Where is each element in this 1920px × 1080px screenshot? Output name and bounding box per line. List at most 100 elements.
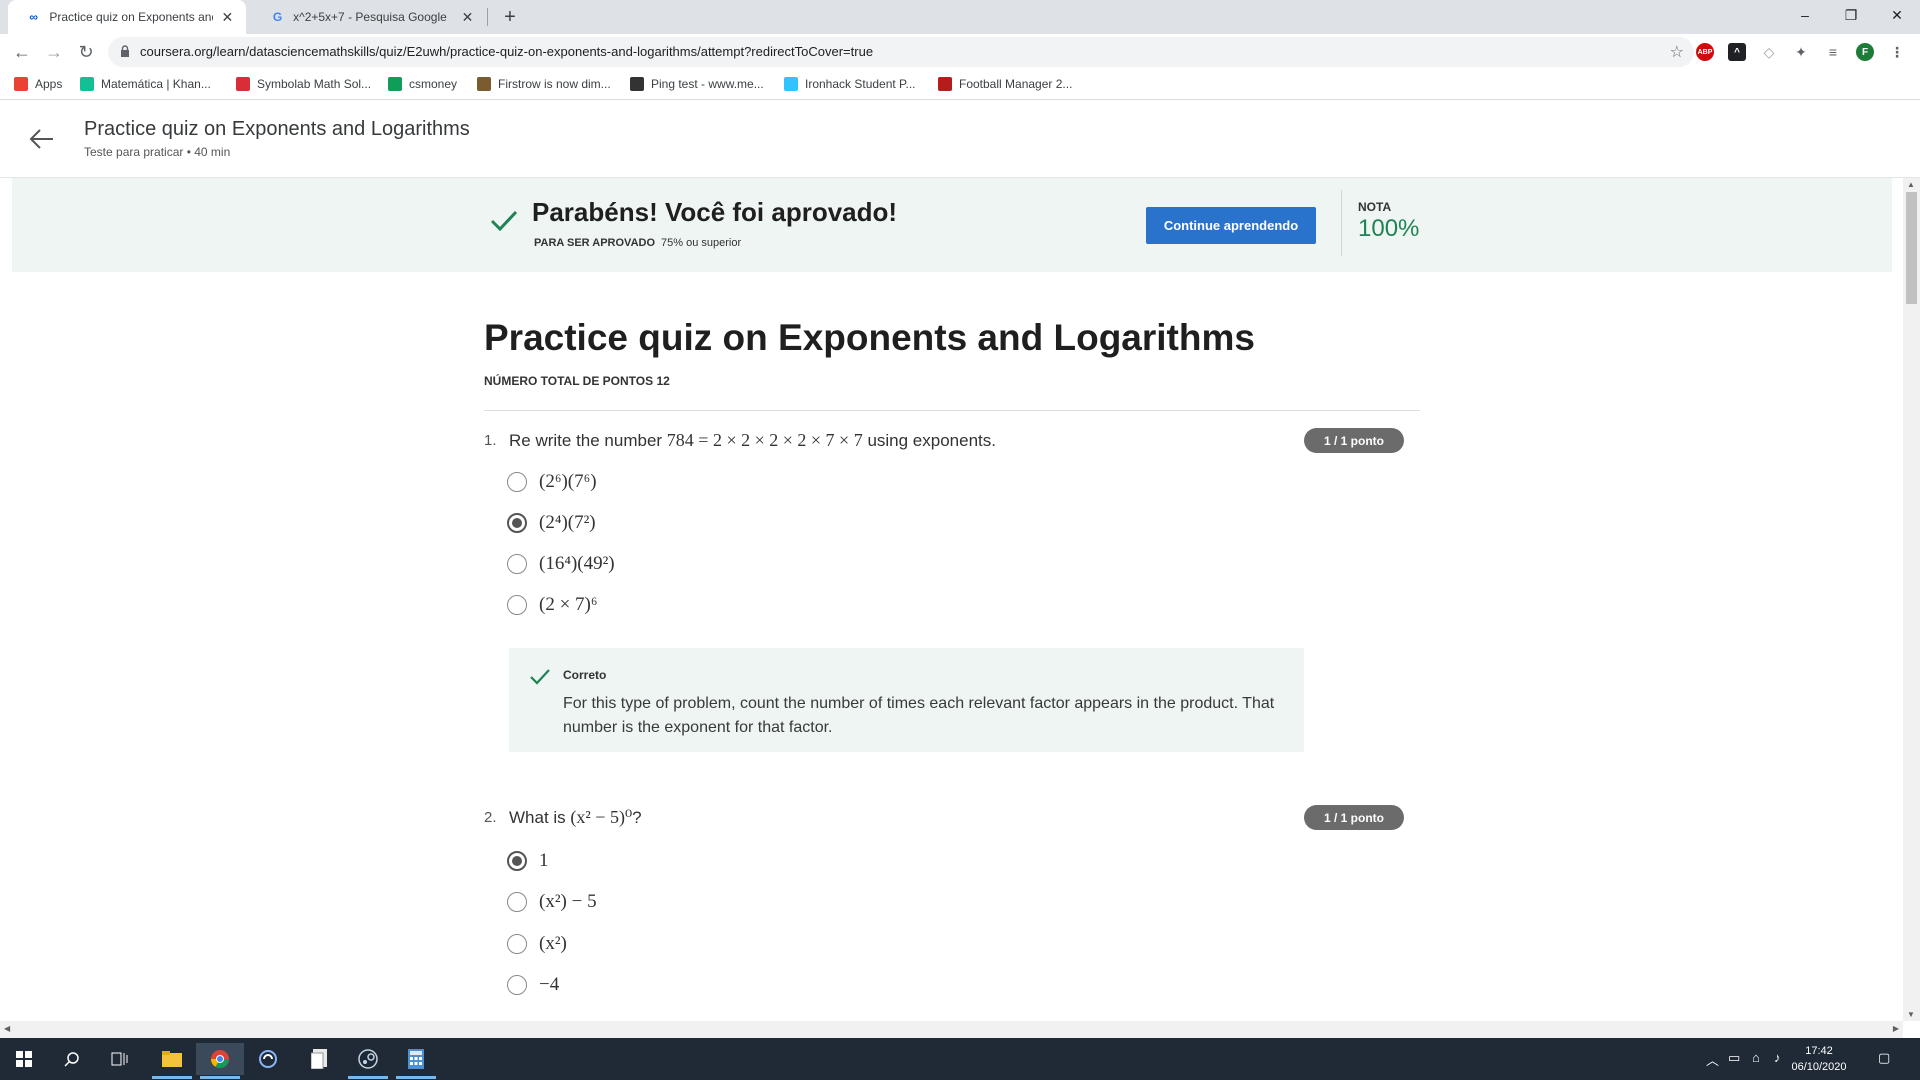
bookmark-label: Ironhack Student P... <box>805 77 916 91</box>
checkmark-icon <box>530 669 550 685</box>
question-suffix: ? <box>632 808 642 827</box>
requirement-value: 75% ou superior <box>661 237 742 249</box>
option-label: (2 × 7)⁶ <box>539 594 598 615</box>
adblock-icon[interactable]: ABP <box>1696 43 1714 61</box>
question-number: 2. <box>484 809 497 826</box>
notifications-icon[interactable]: ▢ <box>1878 1050 1890 1066</box>
shield-extension-icon[interactable]: ◇ <box>1760 43 1778 61</box>
scroll-down-arrow-icon[interactable]: ▼ <box>1907 1010 1915 1019</box>
address-bar[interactable]: coursera.org/learn/datasciencemathskills… <box>108 37 1694 67</box>
bookmark-item[interactable]: csmoney <box>388 77 457 91</box>
documents-app-icon[interactable] <box>296 1043 344 1075</box>
scroll-right-arrow-icon[interactable]: ▶ <box>1893 1024 1899 1033</box>
tab-google-search[interactable]: G x^2+5x+7 - Pesquisa Google ✕ <box>252 0 486 34</box>
search-icon[interactable] <box>48 1043 96 1075</box>
scroll-up-arrow-icon[interactable]: ▲ <box>1907 180 1915 189</box>
restore-button[interactable]: ❐ <box>1828 0 1874 30</box>
answer-option[interactable]: (x²) <box>507 933 567 955</box>
answer-option[interactable]: 1 <box>507 850 549 872</box>
volume-icon[interactable]: ♪ <box>1774 1050 1781 1065</box>
new-tab-button[interactable]: + <box>498 5 522 29</box>
menu-kebab-icon[interactable]: ⋮ <box>1888 43 1906 61</box>
question-math: (x² − 5)⁰ <box>570 807 633 827</box>
radio-button-selected[interactable] <box>507 851 527 871</box>
answer-option[interactable]: (2 × 7)⁶ <box>507 594 598 616</box>
radio-button[interactable] <box>507 892 527 912</box>
close-window-button[interactable]: ✕ <box>1874 0 1920 30</box>
bookmark-label: Football Manager 2... <box>959 77 1073 91</box>
csmoney-icon <box>388 77 402 91</box>
chrome-icon[interactable] <box>196 1043 244 1079</box>
answer-option[interactable]: (2⁶)(7⁶) <box>507 471 597 493</box>
media-queue-icon[interactable]: ≡ <box>1824 43 1842 61</box>
page-title: Practice quiz on Exponents and Logarithm… <box>84 118 470 140</box>
back-arrow-icon[interactable] <box>28 125 56 153</box>
bookmark-item[interactable]: Ironhack Student P... <box>784 77 916 91</box>
apps-grid-icon <box>14 77 28 91</box>
clock-date: 06/10/2020 <box>1791 1061 1847 1073</box>
radio-button[interactable] <box>507 975 527 995</box>
radio-button[interactable] <box>507 595 527 615</box>
bookmarks-bar: Apps Matemática | Khan... Symbolab Math So… <box>0 70 1920 100</box>
bookmark-label: Firstrow is now dim... <box>498 77 611 91</box>
system-clock[interactable]: 17:42 06/10/2020 <box>1784 1043 1854 1075</box>
continue-learning-button[interactable]: Continue aprendendo <box>1146 207 1316 244</box>
radio-button[interactable] <box>507 934 527 954</box>
question-number: 1. <box>484 432 497 449</box>
show-hidden-icons-chevron-icon[interactable]: ︿ <box>1706 1050 1719 1069</box>
bookmark-item[interactable]: Matemática | Khan... <box>80 77 211 91</box>
answer-option[interactable]: −4 <box>507 974 559 996</box>
display-tray-icon[interactable]: ▭ <box>1728 1050 1740 1066</box>
network-icon[interactable]: ⌂ <box>1752 1050 1760 1065</box>
khan-academy-icon <box>80 77 94 91</box>
option-label: −4 <box>539 974 560 995</box>
forward-button[interactable]: → <box>40 38 68 66</box>
bookmark-item[interactable]: Firstrow is now dim... <box>477 77 611 91</box>
bookmark-item[interactable]: Football Manager 2... <box>938 77 1072 91</box>
tab-strip: ∞ Practice quiz on Exponents and L ✕ G x… <box>0 0 1920 34</box>
tab-coursera-quiz[interactable]: ∞ Practice quiz on Exponents and L ✕ <box>8 0 246 34</box>
minimize-button[interactable]: – <box>1782 0 1828 30</box>
sync-app-icon[interactable] <box>244 1043 292 1075</box>
bookmark-item[interactable]: Symbolab Math Sol... <box>236 77 371 91</box>
radio-button[interactable] <box>507 554 527 574</box>
radio-button-selected[interactable] <box>507 513 527 533</box>
task-view-icon[interactable] <box>96 1043 144 1075</box>
scroll-left-arrow-icon[interactable]: ◀ <box>4 1024 10 1033</box>
answer-option[interactable]: (16⁴)(49²) <box>507 553 615 575</box>
bookmark-label: csmoney <box>409 77 458 91</box>
puzzle-icon[interactable]: ✦ <box>1792 43 1810 61</box>
feedback-title: Correto <box>563 668 607 682</box>
profile-avatar[interactable]: F <box>1856 43 1874 61</box>
bookmark-item[interactable]: Apps <box>14 77 62 91</box>
windows-start-icon[interactable] <box>0 1043 48 1075</box>
url-text: coursera.org/learn/datasciencemathskills… <box>140 44 874 59</box>
calculator-icon[interactable] <box>392 1043 440 1079</box>
bookmark-label: Ping test - www.me... <box>651 77 764 91</box>
bookmark-item[interactable]: Ping test - www.me... <box>630 77 764 91</box>
feedback-text: For this type of problem, count the numb… <box>563 695 1275 736</box>
back-button[interactable]: ← <box>8 38 36 66</box>
file-explorer-icon[interactable] <box>148 1043 196 1079</box>
steam-icon[interactable] <box>344 1043 392 1079</box>
reload-button[interactable]: ↻ <box>72 38 100 66</box>
close-tab-icon[interactable]: ✕ <box>459 8 476 26</box>
tab-separator <box>487 8 488 26</box>
course-header: Practice quiz on Exponents and Logarithm… <box>0 101 1920 178</box>
radio-button[interactable] <box>507 472 527 492</box>
question-math: 784 = 2 × 2 × 2 × 2 × 7 × 7 <box>666 430 863 450</box>
grade-label: NOTA <box>1358 200 1392 214</box>
extension-dark-icon[interactable]: ^ <box>1728 43 1746 61</box>
bookmark-star-icon[interactable]: ☆ <box>1670 42 1684 62</box>
bookmark-label: Symbolab Math Sol... <box>257 77 372 91</box>
question-text: What is (x² − 5)⁰? <box>509 807 642 828</box>
vertical-scrollbar[interactable]: ▲ ▼ <box>1903 178 1920 1021</box>
scrollbar-thumb[interactable] <box>1906 192 1917 304</box>
horizontal-scrollbar[interactable]: ◀ ▶ <box>0 1021 1903 1038</box>
answer-option[interactable]: (2⁴)(7²) <box>507 512 596 534</box>
google-icon: G <box>272 10 283 24</box>
answer-option[interactable]: (x²) − 5 <box>507 891 597 913</box>
close-tab-icon[interactable]: ✕ <box>219 8 236 26</box>
pass-message: Parabéns! Você foi aprovado! <box>532 197 898 227</box>
ping-test-icon <box>630 77 644 91</box>
